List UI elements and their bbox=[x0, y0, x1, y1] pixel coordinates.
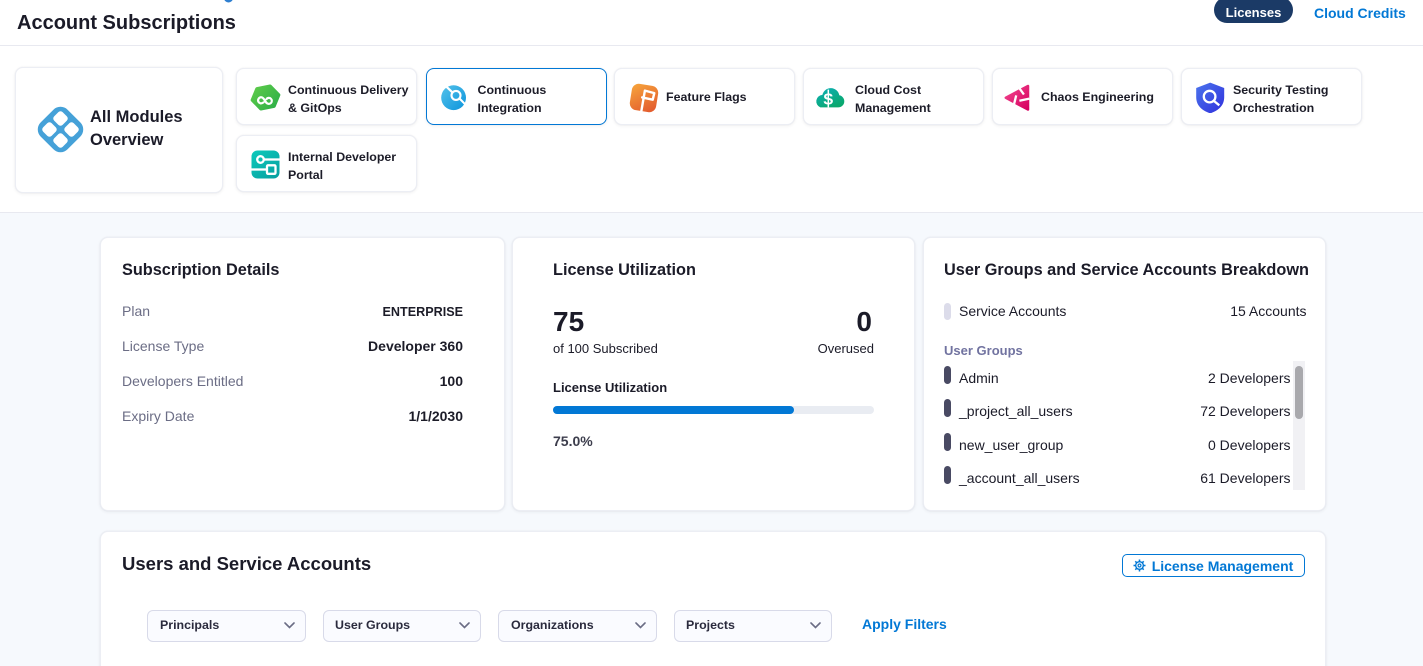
svg-text:S: S bbox=[823, 91, 833, 108]
